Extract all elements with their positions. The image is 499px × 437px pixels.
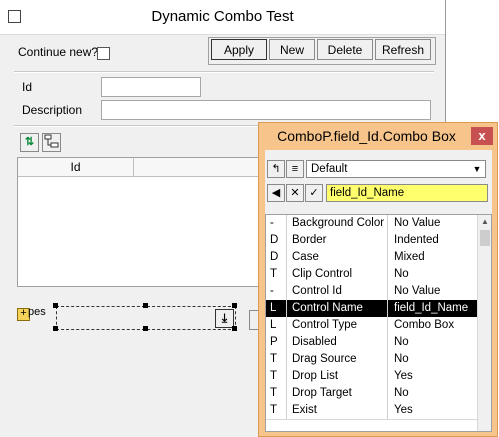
row-type: T (266, 266, 287, 283)
row-name: Clip Control (288, 266, 388, 283)
resize-handle[interactable] (232, 326, 237, 331)
resize-handle[interactable] (143, 326, 148, 331)
row-value: No (394, 336, 409, 348)
tree-view-icon[interactable] (42, 133, 61, 152)
row-value: No (394, 353, 409, 365)
preset-select[interactable]: Default ▼ (306, 160, 486, 178)
combo-label: pes (28, 306, 46, 318)
resize-handle[interactable] (143, 303, 148, 308)
cancel-icon[interactable]: ✕ (286, 184, 304, 202)
resize-handle[interactable] (232, 303, 237, 308)
property-body: ↰ ≡ Default ▼ ◀ ✕ ✓ field_Id_Name - Backg… (265, 150, 492, 432)
row-type: T (266, 351, 287, 368)
property-grid[interactable]: - Background Color No Value D Border Indente… (265, 214, 492, 432)
delete-button[interactable]: Delete (317, 39, 373, 60)
property-row[interactable]: T Drop List Yes (266, 368, 491, 386)
property-window: ComboP.field_Id.Combo Box x ↰ ≡ Default … (258, 122, 498, 437)
separator (14, 71, 434, 73)
resize-handle[interactable] (53, 303, 58, 308)
property-row[interactable]: D Border Indented (266, 232, 491, 250)
row-value: Yes (394, 370, 413, 382)
window-title: Dynamic Combo Test (151, 8, 294, 25)
row-type: L (266, 300, 287, 317)
row-type: T (266, 368, 287, 385)
close-button[interactable]: x (471, 127, 493, 145)
row-value: No (394, 387, 409, 399)
scrollbar[interactable]: ▲ (477, 215, 491, 431)
property-row[interactable]: L Control Type Combo Box (266, 317, 491, 335)
column-header-id[interactable]: Id (18, 158, 134, 177)
id-field[interactable] (101, 77, 201, 97)
name-input[interactable]: field_Id_Name (326, 184, 488, 202)
row-name: Control Name (288, 300, 388, 317)
row-value: No Value (394, 285, 441, 297)
row-type: L (266, 317, 287, 334)
preset-select-value: Default (311, 163, 348, 175)
property-row[interactable]: - Control Id No Value (266, 283, 491, 301)
row-value: Combo Box (394, 319, 455, 331)
scrollbar-thumb[interactable] (480, 230, 490, 246)
main-title-bar: Dynamic Combo Test (0, 0, 445, 35)
row-type: T (266, 402, 287, 419)
row-value: No Value (394, 217, 441, 229)
row-value: Indented (394, 234, 439, 246)
property-row[interactable]: T Clip Control No (266, 266, 491, 284)
row-type: - (266, 215, 287, 232)
property-row[interactable]: - Background Color No Value (266, 215, 491, 233)
new-button[interactable]: New (269, 39, 315, 60)
row-type: T (266, 385, 287, 402)
row-type: - (266, 283, 287, 300)
description-field[interactable] (101, 100, 431, 120)
refresh-button[interactable]: Refresh (375, 39, 431, 60)
continue-new-checkbox[interactable] (97, 47, 110, 60)
tree-icon[interactable]: ≡ (286, 160, 304, 178)
id-label: Id (22, 80, 33, 94)
property-row-selected[interactable]: L Control Name field_Id_Name (266, 300, 491, 318)
property-row[interactable]: T Drop Target No (266, 385, 491, 403)
row-name: Disabled (288, 334, 388, 351)
row-value: Yes (394, 404, 413, 416)
row-name: Control Id (288, 283, 388, 300)
apply-button[interactable]: Apply (211, 39, 267, 60)
back-icon[interactable]: ◀ (267, 184, 285, 202)
row-value: Mixed (394, 251, 425, 263)
refresh-list-icon[interactable]: ⇅ (20, 133, 39, 152)
row-name: Border (288, 232, 388, 249)
row-name: Control Type (288, 317, 388, 334)
confirm-icon[interactable]: ✓ (305, 184, 323, 202)
button-group: Apply New Delete Refresh (208, 37, 436, 65)
row-name: Drag Source (288, 351, 388, 368)
scroll-up-icon[interactable]: ▲ (479, 216, 491, 228)
property-row[interactable]: T Drag Source No (266, 351, 491, 369)
description-label: Description (22, 103, 83, 117)
property-row[interactable]: T Exist Yes (266, 402, 491, 420)
row-type: P (266, 334, 287, 351)
row-value: No (394, 268, 409, 280)
lookup-icon[interactable]: ↰ (267, 160, 285, 178)
row-name: Case (288, 249, 388, 266)
row-name: Drop Target (288, 385, 388, 402)
property-title-bar: ComboP.field_Id.Combo Box x (259, 123, 497, 150)
chevron-down-icon[interactable]: ▼ (469, 161, 485, 177)
property-row[interactable]: D Case Mixed (266, 249, 491, 267)
property-window-title: ComboP.field_Id.Combo Box (277, 128, 456, 144)
property-rows: - Background Color No Value D Border Indente… (266, 215, 491, 431)
row-type: D (266, 249, 287, 266)
row-value: field_Id_Name (389, 300, 477, 317)
resize-handle[interactable] (53, 326, 58, 331)
row-name: Background Color (288, 215, 388, 232)
row-type: D (266, 232, 287, 249)
continue-new-label: Continue new? (18, 45, 99, 59)
property-row[interactable]: P Disabled No (266, 334, 491, 352)
row-name: Drop List (288, 368, 388, 385)
row-name: Exist (288, 402, 388, 419)
